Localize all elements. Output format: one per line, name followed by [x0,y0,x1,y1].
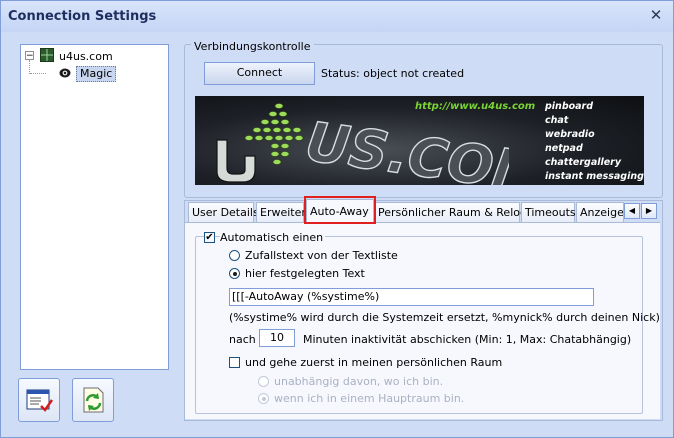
auto-away-checkbox[interactable]: ✔ [204,232,215,243]
server-tree[interactable]: − u4us.com Magic [20,44,169,370]
tab-erweitert[interactable]: Erweitert [256,202,310,222]
tab-user-details[interactable]: User Details [188,202,259,222]
window-check-icon [26,389,54,412]
banner-feature: pinboard [545,101,594,112]
banner-feature-list: pinboard chat webradio netpad chattergal… [545,100,644,184]
connect-button[interactable]: Connect [204,62,315,85]
banner-feature: instant messaging [545,171,644,182]
banner-feature: webradio [545,129,595,140]
refresh-icon [83,387,104,413]
u4us-banner[interactable]: US.COM http://www.u4us.com pinboard chat… [195,96,644,185]
main-room-radio-label: wenn ich in einem Hauptraum bin. [274,392,465,405]
auto-away-checkbox-label: Automatisch einen [220,231,326,244]
close-icon[interactable]: ✕ [648,7,664,23]
tab-timeouts[interactable]: Timeouts [521,202,576,222]
tab-personal-room[interactable]: Persönlicher Raum & Relogin [374,202,537,222]
refresh-button[interactable] [72,378,114,422]
tree-expander-icon[interactable]: − [25,51,34,61]
properties-button[interactable] [18,378,60,422]
webcam-icon [59,68,71,78]
server-grid-icon [40,48,54,62]
random-text-radio[interactable] [229,250,240,261]
tree-connector [30,73,46,75]
fixed-text-radio-label: hier festgelegten Text [245,267,365,280]
radio-selected-dot [233,272,237,276]
minutes-input[interactable]: 10 [259,329,295,347]
tab-scroll-left-icon[interactable]: ◀ [624,203,640,219]
minutes-suffix-label: Minuten inaktivität abschicken (Min: 1, … [303,333,632,346]
main-room-radio[interactable] [258,393,269,404]
banner-feature: chattergallery [545,157,622,168]
connection-status: Status: object not created [321,67,465,80]
away-text-input[interactable]: [[[-AutoAway (%systime%) [229,288,594,306]
independent-radio-label: unabhängig davon, wo ich bin. [274,375,444,388]
tab-anzeige[interactable]: Anzeige [576,202,624,222]
radio-selected-dot [262,397,266,401]
banner-logo-text: US.COM [302,110,509,185]
connection-settings-window: Connection Settings ✕ − u4us.com Magic V… [0,0,674,438]
personal-room-checkbox[interactable] [229,357,240,368]
after-label: nach [229,333,256,346]
independent-radio[interactable] [258,376,269,387]
title-bar: Connection Settings ✕ [1,1,673,32]
banner-url: http://www.u4us.com [415,101,536,112]
tree-connector [29,60,31,74]
window-title: Connection Settings [8,9,157,24]
tree-item-u4us[interactable]: u4us.com [59,50,113,64]
tab-scroll-right-icon[interactable]: ▶ [641,203,657,219]
tree-item-magic[interactable]: Magic [76,66,117,82]
connection-control-legend: Verbindungskontrolle [191,40,314,53]
fixed-text-radio[interactable] [229,268,240,279]
random-text-radio-label: Zufallstext von der Textliste [245,249,398,262]
banner-feature: chat [545,115,569,126]
personal-room-checkbox-label: und gehe zuerst in meinen persönlichen R… [245,356,503,369]
placeholder-hint: (%systime% wird durch die Systemzeit ers… [229,311,660,324]
banner-feature: netpad [545,143,583,154]
tab-auto-away[interactable]: Auto-Away [306,199,374,223]
